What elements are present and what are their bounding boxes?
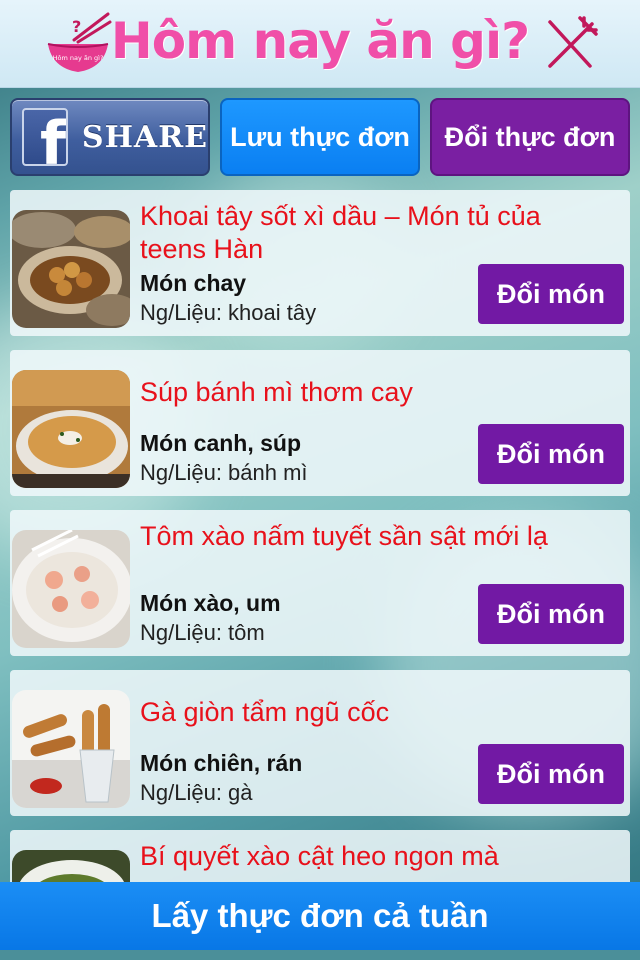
swap-dish-button[interactable]: Đổi món: [478, 584, 624, 644]
dish-category: Món chay: [140, 270, 247, 296]
swap-dish-button[interactable]: Đổi món: [478, 744, 624, 804]
swap-dish-button[interactable]: Đổi món: [478, 264, 624, 324]
dish-category: Món canh, súp: [140, 430, 301, 456]
dish-thumbnail[interactable]: [12, 370, 130, 488]
dish-name[interactable]: Gà giòn tẩm ngũ cốc: [140, 696, 560, 729]
dish-list[interactable]: Khoai tây sốt xì dầu – Món tủ của teens …: [10, 190, 630, 882]
save-menu-button[interactable]: Lưu thực đơn: [220, 98, 420, 176]
dish-ingredient: Ng/Liệu: gà: [140, 780, 253, 805]
dish-ingredient: Ng/Liệu: khoai tây: [140, 300, 317, 325]
share-label: SHARE: [81, 119, 208, 155]
change-menu-button[interactable]: Đổi thực đơn: [430, 98, 630, 176]
dish-name[interactable]: Súp bánh mì thơm cay: [140, 376, 560, 409]
dish-category: Món chiên, rán: [140, 750, 303, 776]
dish-name[interactable]: Khoai tây sốt xì dầu – Món tủ của teens …: [140, 200, 560, 266]
dish-name[interactable]: Tôm xào nấm tuyết sần sật mới lạ: [140, 520, 560, 553]
dish-ingredient: Ng/Liệu: bánh mì: [140, 460, 308, 485]
dish-thumbnail[interactable]: [12, 850, 130, 882]
dish-thumbnail[interactable]: [12, 210, 130, 328]
dish-card: Súp bánh mì thơm cay Món canh, súp Ng/Li…: [10, 350, 630, 496]
dish-thumbnail[interactable]: [12, 690, 130, 808]
bottom-strip: [0, 950, 640, 960]
dish-thumbnail[interactable]: [12, 530, 130, 648]
dish-card: Bí quyết xào cật heo ngon mà: [10, 830, 630, 882]
app-header: ? Hôm nay ăn gì? Hôm nay ăn gì?: [0, 0, 640, 88]
toolbar: f SHARE Lưu thực đơn Đổi thực đơn: [10, 98, 630, 176]
dish-card: Khoai tây sốt xì dầu – Món tủ của teens …: [10, 190, 630, 336]
facebook-icon: f: [22, 108, 68, 166]
dish-name[interactable]: Bí quyết xào cật heo ngon mà: [140, 840, 560, 873]
dish-category: Món xào, um: [140, 590, 281, 616]
facebook-share-button[interactable]: f SHARE: [10, 98, 210, 176]
swap-dish-button[interactable]: Đổi món: [478, 424, 624, 484]
dish-card: Tôm xào nấm tuyết sần sật mới lạ Món xào…: [10, 510, 630, 656]
dish-ingredient: Ng/Liệu: tôm: [140, 620, 265, 645]
dish-card: Gà giòn tẩm ngũ cốc Món chiên, rán Ng/Li…: [10, 670, 630, 816]
get-weekly-menu-button[interactable]: Lấy thực đơn cả tuần: [0, 882, 640, 950]
fork-knife-icon[interactable]: [542, 16, 598, 72]
